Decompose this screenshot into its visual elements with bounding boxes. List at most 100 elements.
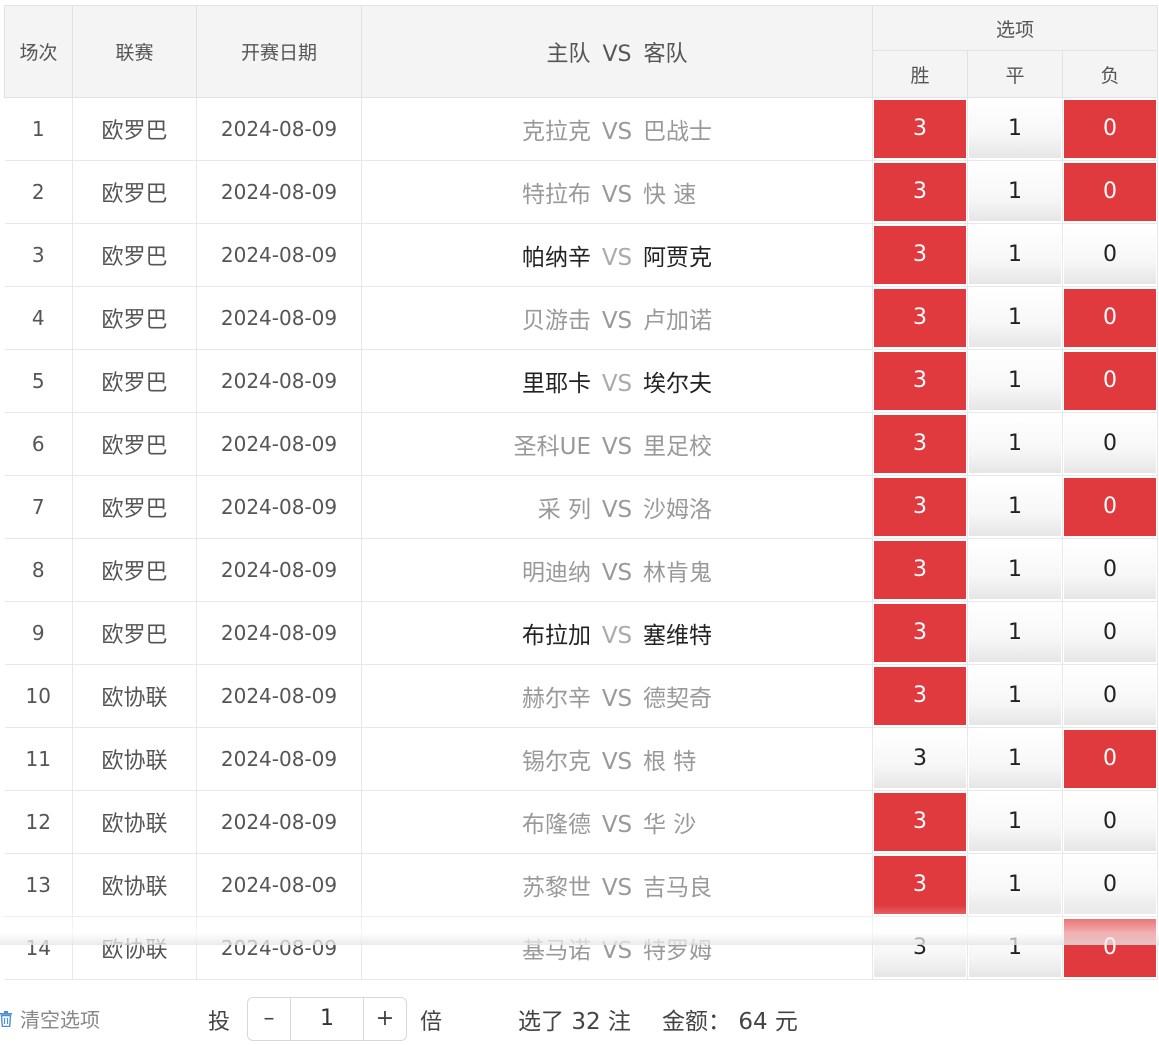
increase-multiplier-button[interactable]: + bbox=[364, 998, 406, 1040]
option-loss-button[interactable]: 0 bbox=[1064, 226, 1156, 284]
match-date: 2024-08-09 bbox=[196, 601, 362, 665]
option-draw-button[interactable]: 1 bbox=[969, 793, 1061, 851]
option-win-button[interactable]: 3 bbox=[874, 541, 966, 599]
option-loss-button[interactable]: 0 bbox=[1064, 100, 1156, 158]
away-team: 沙姆洛 bbox=[643, 497, 712, 523]
col-header-win: 胜 bbox=[872, 50, 968, 98]
option-draw-button[interactable]: 1 bbox=[969, 541, 1061, 599]
option-loss-button[interactable]: 0 bbox=[1064, 289, 1156, 347]
option-cell: 1 bbox=[967, 916, 1063, 980]
option-win-button[interactable]: 3 bbox=[874, 415, 966, 473]
home-team: 锡尔克 bbox=[522, 749, 591, 775]
option-win-button[interactable]: 3 bbox=[874, 793, 966, 851]
table-row: 6 欧罗巴 2024-08-09 圣科UE VS 里足校 3 1 0 bbox=[4, 412, 1158, 476]
home-team: 布隆德 bbox=[522, 812, 591, 838]
clear-selection-label: 清空选项 bbox=[20, 1008, 100, 1032]
clear-selection-button[interactable]: 清空选项 bbox=[0, 1004, 100, 1033]
option-win-button[interactable]: 3 bbox=[874, 352, 966, 410]
option-draw-button[interactable]: 1 bbox=[969, 163, 1061, 221]
league-name: 欧罗巴 bbox=[72, 412, 197, 476]
option-draw-button[interactable]: 1 bbox=[969, 289, 1061, 347]
decrease-multiplier-button[interactable]: – bbox=[248, 998, 290, 1040]
option-win-button[interactable]: 3 bbox=[874, 478, 966, 536]
selected-count: 32 bbox=[571, 1009, 601, 1035]
option-draw-button[interactable]: 1 bbox=[969, 226, 1061, 284]
option-draw-button[interactable]: 1 bbox=[969, 730, 1061, 788]
match-teams: 采 列 VS 沙姆洛 bbox=[361, 475, 873, 539]
option-win-button[interactable]: 3 bbox=[874, 289, 966, 347]
league-name: 欧罗巴 bbox=[72, 160, 197, 224]
table-row: 1 欧罗巴 2024-08-09 克拉克 VS 巴战士 3 1 0 bbox=[4, 97, 1158, 161]
option-loss-button[interactable]: 0 bbox=[1064, 730, 1156, 788]
away-team: 里足校 bbox=[643, 434, 712, 460]
vs-label: VS bbox=[601, 812, 633, 838]
vs-label: VS bbox=[601, 497, 633, 523]
option-cell: 1 bbox=[967, 727, 1063, 791]
match-teams: 布隆德 VS 华 沙 bbox=[361, 790, 873, 854]
col-header-draw: 平 bbox=[967, 50, 1063, 98]
vs-label: VS bbox=[601, 938, 633, 964]
league-name: 欧协联 bbox=[72, 664, 197, 728]
option-loss-button[interactable]: 0 bbox=[1064, 352, 1156, 410]
option-cell: 3 bbox=[872, 790, 968, 854]
option-draw-button[interactable]: 1 bbox=[969, 856, 1061, 914]
option-win-button[interactable]: 3 bbox=[874, 604, 966, 662]
table-row: 2 欧罗巴 2024-08-09 特拉布 VS 快 速 310 bbox=[4, 160, 1158, 224]
option-win-button[interactable]: 3 bbox=[874, 100, 966, 158]
option-win-button[interactable]: 3 bbox=[874, 163, 966, 221]
option-draw-button[interactable]: 1 bbox=[969, 919, 1061, 977]
option-loss-button[interactable]: 0 bbox=[1064, 856, 1156, 914]
home-team: 里耶卡 bbox=[522, 371, 591, 397]
col-header-vs: VS bbox=[602, 41, 632, 67]
match-teams: 特拉布 VS 快 速 bbox=[361, 160, 873, 224]
multiplier-input[interactable]: 1 bbox=[290, 998, 364, 1040]
col-header-away: 客队 bbox=[643, 41, 688, 67]
times-label: 倍 bbox=[420, 1010, 443, 1035]
option-loss-button[interactable]: 0 bbox=[1064, 604, 1156, 662]
option-cell: 1 bbox=[967, 97, 1063, 161]
option-loss-button[interactable]: 0 bbox=[1064, 541, 1156, 599]
table-row: 10 欧协联 2024-08-09 赫尔辛 VS 德契奇 3 1 0 bbox=[4, 664, 1158, 728]
option-win-button[interactable]: 3 bbox=[874, 667, 966, 725]
table-row: 8 欧罗巴 2024-08-09 明迪纳 VS 林肯鬼 3 1 0 bbox=[4, 538, 1158, 602]
match-teams: 布拉加 VS 塞维特 bbox=[361, 601, 873, 665]
option-cell: 0 bbox=[1062, 664, 1158, 728]
option-cell: 3 bbox=[872, 97, 968, 161]
match-number: 1 bbox=[4, 97, 73, 161]
option-win-button[interactable]: 3 bbox=[874, 919, 966, 977]
option-draw-button[interactable]: 1 bbox=[969, 604, 1061, 662]
col-header-loss: 负 bbox=[1062, 50, 1158, 98]
option-cell: 3 bbox=[872, 349, 968, 413]
option-draw-button[interactable]: 1 bbox=[969, 667, 1061, 725]
match-number: 3 bbox=[4, 223, 73, 287]
option-win-button[interactable]: 3 bbox=[874, 226, 966, 284]
option-loss-button[interactable]: 0 bbox=[1064, 667, 1156, 725]
option-loss-button[interactable]: 0 bbox=[1064, 478, 1156, 536]
option-cell: 3 bbox=[872, 916, 968, 980]
option-loss-button[interactable]: 0 bbox=[1064, 163, 1156, 221]
option-draw-button[interactable]: 1 bbox=[969, 415, 1061, 473]
away-team: 林肯鬼 bbox=[643, 560, 712, 586]
league-name: 欧协联 bbox=[72, 853, 197, 917]
option-cell: 3 bbox=[872, 727, 968, 791]
match-number: 2 bbox=[4, 160, 73, 224]
option-cell: 0 bbox=[1062, 916, 1158, 980]
option-draw-button[interactable]: 1 bbox=[969, 100, 1061, 158]
vs-label: VS bbox=[601, 623, 633, 649]
option-draw-button[interactable]: 1 bbox=[969, 478, 1061, 536]
option-win-button[interactable]: 3 bbox=[874, 730, 966, 788]
match-date: 2024-08-09 bbox=[196, 412, 362, 476]
option-win-button[interactable]: 3 bbox=[874, 856, 966, 914]
option-cell: 1 bbox=[967, 853, 1063, 917]
option-loss-button[interactable]: 0 bbox=[1064, 793, 1156, 851]
option-cell: 0 bbox=[1062, 97, 1158, 161]
vs-label: VS bbox=[601, 371, 633, 397]
trash-icon bbox=[0, 1010, 12, 1027]
match-teams: 基马诺 VS 特罗姆 bbox=[361, 916, 873, 980]
option-loss-button[interactable]: 0 bbox=[1064, 919, 1156, 977]
option-draw-button[interactable]: 1 bbox=[969, 352, 1061, 410]
option-loss-button[interactable]: 0 bbox=[1064, 415, 1156, 473]
match-date: 2024-08-09 bbox=[196, 790, 362, 854]
option-cell: 0 bbox=[1062, 853, 1158, 917]
match-date: 2024-08-09 bbox=[196, 97, 362, 161]
